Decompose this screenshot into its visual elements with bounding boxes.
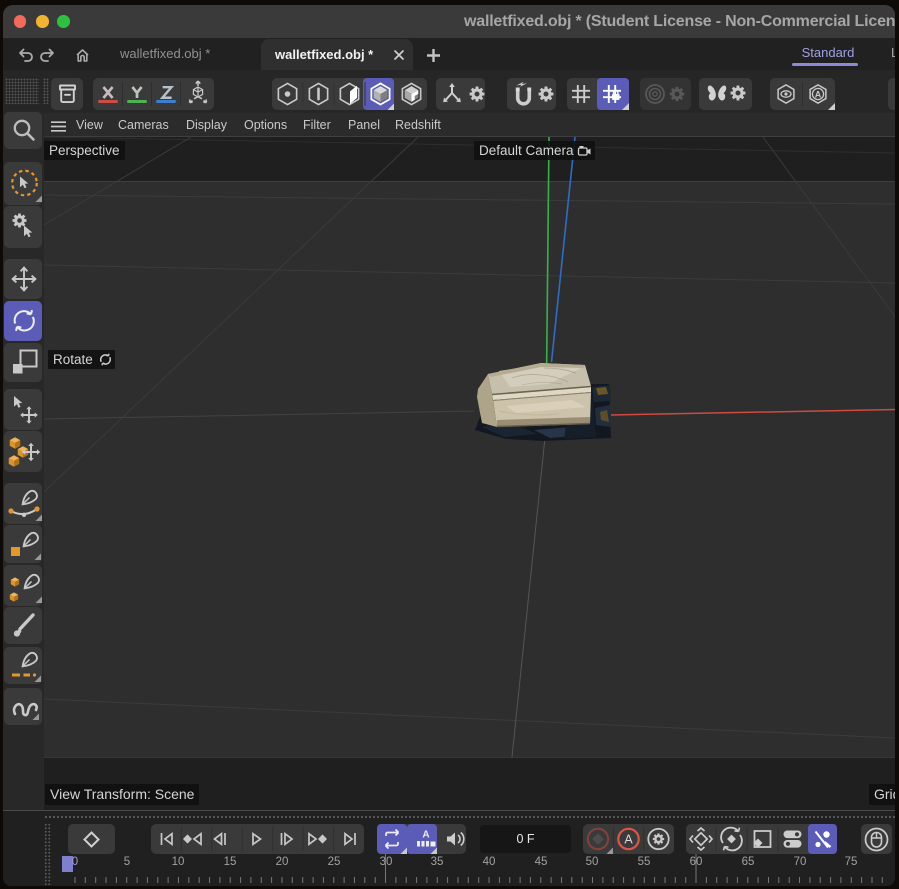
svg-text:A: A — [815, 89, 822, 99]
